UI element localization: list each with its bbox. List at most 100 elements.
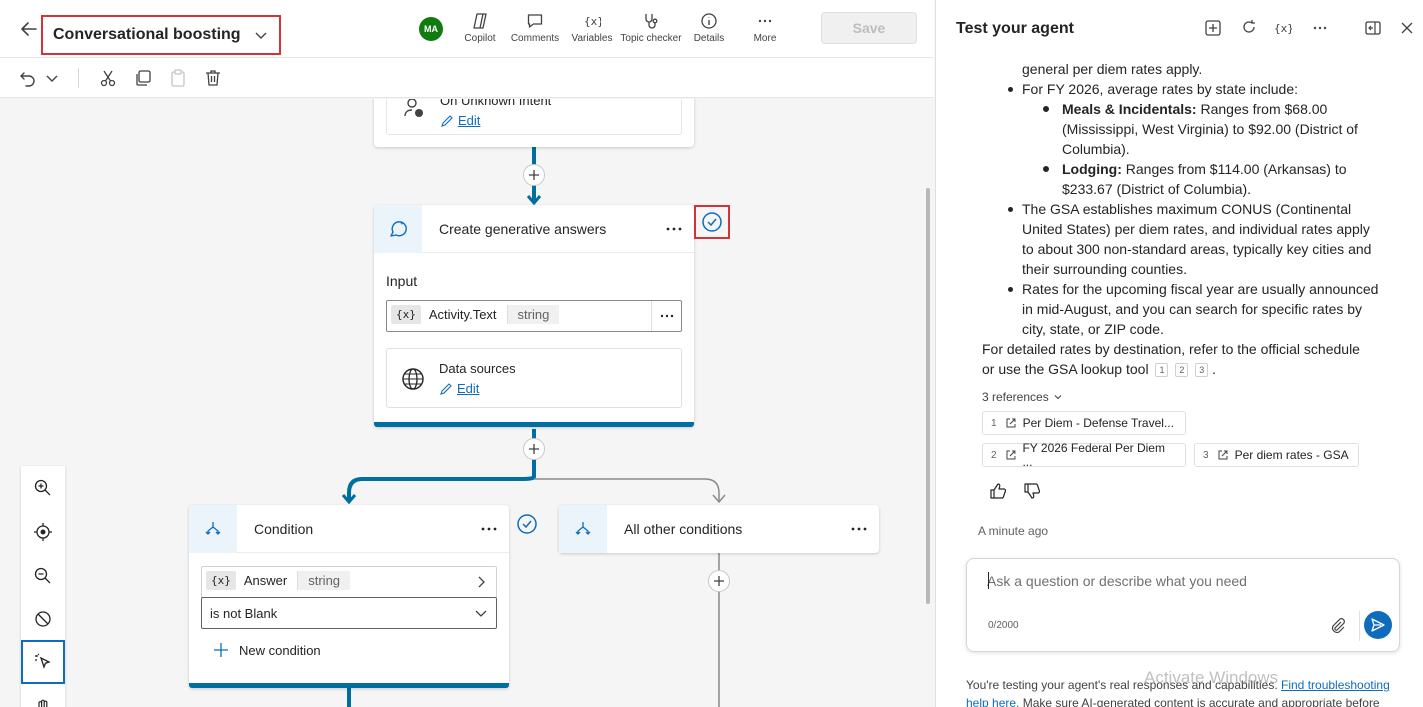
- troubleshooting-link-cont[interactable]: help here.: [966, 696, 1019, 707]
- refresh-button[interactable]: [1240, 19, 1258, 37]
- comment-icon: [527, 14, 543, 28]
- check-circle-icon: [702, 212, 722, 232]
- globe-icon: [402, 368, 424, 390]
- new-condition-button[interactable]: New condition: [213, 642, 321, 658]
- answer-line: For FY 2026, average rates by state incl…: [1022, 81, 1299, 97]
- recenter-button[interactable]: [33, 522, 53, 542]
- add-node-button[interactable]: [523, 164, 545, 186]
- new-chat-button[interactable]: [1204, 19, 1222, 37]
- input-variable-field[interactable]: {x} Activity.Text string: [386, 300, 682, 332]
- canvas-scrollbar[interactable]: [926, 188, 930, 604]
- variable-badge: {x}: [391, 305, 421, 324]
- details-button[interactable]: Details: [692, 12, 726, 46]
- input-more-button[interactable]: [651, 301, 681, 331]
- node-validated-indicator[interactable]: [694, 205, 730, 239]
- reference-number: 1: [991, 417, 997, 429]
- variables-icon: {x}: [584, 15, 601, 28]
- answer-line: (Mississippi, West Virginia) to $92.00 (…: [1062, 121, 1358, 137]
- plus-icon: [529, 170, 539, 180]
- thumbs-down-icon: [1024, 483, 1041, 499]
- condition-variable-field[interactable]: {x} Answer string: [201, 566, 497, 598]
- user-avatar[interactable]: MA: [419, 17, 443, 41]
- node-header: Condition: [189, 505, 509, 553]
- delete-button[interactable]: [203, 68, 223, 88]
- disclaimer-text-2: Make sure AI-generated content is accura…: [1022, 696, 1380, 707]
- trigger-edit-link[interactable]: Edit: [440, 113, 480, 128]
- topic-title: Conversational boosting: [53, 26, 241, 43]
- node-title: All other conditions: [624, 521, 743, 537]
- comments-button[interactable]: Comments: [511, 12, 559, 46]
- copy-button[interactable]: [133, 68, 153, 88]
- data-sources-edit-link[interactable]: Edit: [439, 381, 479, 396]
- references-label: 3 references: [982, 390, 1049, 404]
- more-button[interactable]: [1311, 19, 1329, 37]
- select-mode-button[interactable]: [21, 640, 65, 684]
- answer-line: Meals & Incidentals: Ranges from $68.00: [1062, 99, 1327, 119]
- topic-name-dropdown[interactable]: Conversational boosting: [41, 15, 281, 55]
- disable-minimap-button[interactable]: [33, 609, 53, 629]
- paste-button[interactable]: [168, 68, 188, 88]
- node-icon-box: [559, 505, 607, 553]
- activation-watermark: Activate Windows: [1144, 668, 1279, 687]
- svg-text:{x}: {x}: [1274, 22, 1292, 35]
- close-button[interactable]: [1398, 19, 1416, 37]
- thumbs-up-button[interactable]: [988, 481, 1008, 501]
- text-caret: [988, 572, 989, 589]
- topic-checker-button[interactable]: Topic checker: [620, 12, 682, 46]
- trigger-node[interactable]: On Unknown Intent Edit: [374, 99, 694, 147]
- undo-dropdown[interactable]: [42, 68, 62, 88]
- save-button[interactable]: Save: [821, 12, 917, 44]
- reference-number: 2: [991, 449, 997, 461]
- copilot-button[interactable]: Copilot: [463, 12, 497, 46]
- bullet: [1008, 287, 1013, 292]
- trigger-edit-label: Edit: [458, 113, 481, 128]
- chat-transcript[interactable]: general per diem rates apply. For FY 202…: [936, 58, 1423, 548]
- more-icon[interactable]: [849, 519, 869, 539]
- variables-button[interactable]: {x}: [1274, 19, 1292, 37]
- references-toggle[interactable]: 3 references: [982, 390, 1063, 404]
- citation-2[interactable]: 2: [1175, 363, 1189, 378]
- reference-chip-1[interactable]: 1 Per Diem - Defense Travel...: [982, 411, 1186, 435]
- variables-button[interactable]: {x} Variables: [571, 12, 613, 46]
- bullet: [1008, 207, 1013, 212]
- check-circle-icon[interactable]: [516, 513, 538, 535]
- paste-icon: [171, 69, 185, 87]
- add-node-button[interactable]: [523, 438, 545, 460]
- citation-1[interactable]: 1: [1155, 363, 1169, 378]
- more-icon[interactable]: [664, 219, 684, 239]
- cut-button[interactable]: [98, 68, 118, 88]
- chat-composer: 0/2000: [966, 558, 1400, 652]
- add-node-button[interactable]: [708, 570, 730, 592]
- data-sources-card[interactable]: Data sources Edit: [386, 348, 682, 408]
- node-icon-box: [374, 205, 422, 253]
- chat-message-input[interactable]: [987, 571, 1377, 591]
- new-condition-label: New condition: [239, 642, 321, 658]
- attach-button[interactable]: [1329, 617, 1347, 635]
- more-icon[interactable]: [479, 519, 499, 539]
- authoring-canvas[interactable]: On Unknown Intent Edit Create generative…: [0, 99, 934, 707]
- back-button[interactable]: [18, 18, 40, 40]
- zoom-out-button[interactable]: [33, 566, 53, 586]
- person-question-icon: [404, 99, 423, 117]
- thumbs-down-button[interactable]: [1022, 481, 1042, 501]
- prohibited-icon: [35, 611, 51, 627]
- variable-name: Answer: [243, 573, 288, 588]
- toggle-panel-button[interactable]: [1364, 19, 1382, 37]
- undo-button[interactable]: [18, 68, 38, 88]
- undo-icon: [20, 72, 35, 87]
- reference-chip-3[interactable]: 3 Per diem rates - GSA: [1194, 443, 1359, 467]
- scissors-icon: [100, 70, 116, 87]
- pan-mode-button[interactable]: [33, 698, 53, 707]
- more-button[interactable]: More: [750, 12, 780, 46]
- condition-node[interactable]: Condition {x} Answer string is not Blank…: [189, 505, 509, 688]
- create-generative-answers-node[interactable]: Create generative answers Input {x} Acti…: [374, 205, 694, 427]
- send-button[interactable]: [1364, 611, 1392, 639]
- all-other-conditions-node[interactable]: All other conditions: [559, 505, 879, 553]
- reference-chip-2[interactable]: 2 FY 2026 Federal Per Diem ...: [982, 441, 1186, 469]
- operator-dropdown[interactable]: is not Blank: [201, 597, 497, 629]
- sub-bullet: [1043, 106, 1049, 112]
- zoom-in-button[interactable]: [33, 478, 53, 498]
- variable-type: string: [506, 305, 560, 324]
- citation-3[interactable]: 3: [1195, 363, 1209, 378]
- troubleshooting-link[interactable]: Find troubleshooting: [1281, 678, 1390, 692]
